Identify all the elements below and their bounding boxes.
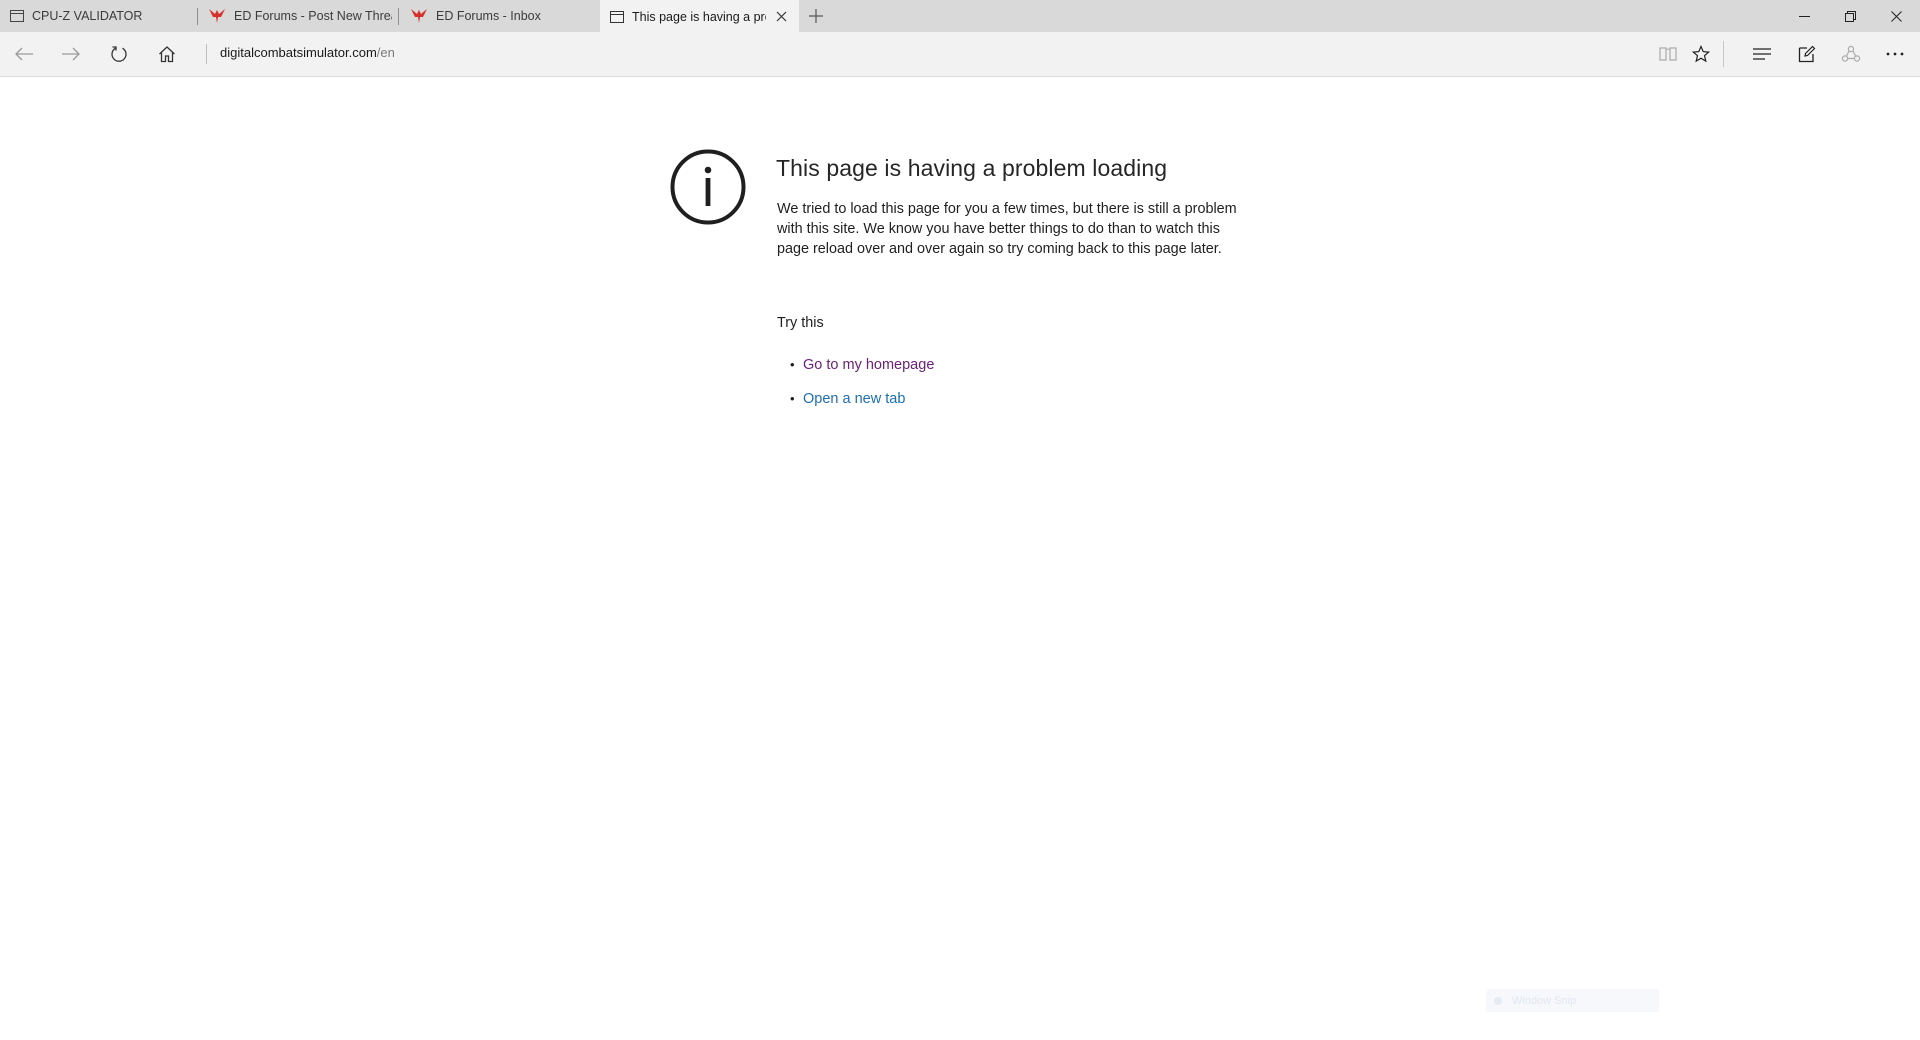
close-icon (1890, 10, 1902, 22)
go-to-homepage-link[interactable]: Go to my homepage (803, 357, 934, 373)
star-icon (1692, 45, 1710, 63)
tab-title: This page is having a pro (632, 9, 766, 24)
back-arrow-icon (15, 47, 33, 61)
restore-icon (1844, 10, 1856, 22)
page-icon (610, 10, 624, 23)
minimize-button[interactable] (1781, 0, 1827, 32)
toolbar-separator (1723, 41, 1724, 67)
new-tab-button[interactable] (806, 6, 826, 26)
reading-view-icon (1659, 47, 1677, 61)
refresh-icon (111, 46, 127, 62)
tab-strip: CPU-Z VALIDATOR ED Forums - Post New Thr… (0, 0, 1920, 33)
pen-icon (1798, 45, 1816, 63)
close-tab-icon[interactable] (773, 8, 789, 24)
back-button[interactable] (8, 39, 40, 69)
eagle-logo-icon (410, 8, 428, 24)
home-button[interactable] (151, 39, 183, 69)
snip-label: Window Snip (1512, 994, 1577, 1007)
web-note-button[interactable] (1791, 39, 1823, 69)
tab-title: CPU-Z VALIDATOR (32, 9, 143, 23)
more-button[interactable] (1879, 39, 1911, 69)
close-window-button[interactable] (1873, 0, 1919, 32)
tab-ed-forums-inbox[interactable]: ED Forums - Inbox (400, 0, 600, 32)
tab-this-page-is-having-a-problem[interactable]: This page is having a pro (600, 0, 799, 33)
share-button[interactable] (1835, 39, 1867, 69)
home-icon (159, 46, 175, 63)
info-icon (670, 149, 746, 225)
snip-icon (1494, 996, 1502, 1005)
tab-title: ED Forums - Post New Threa (234, 9, 392, 23)
tab-cpu-z-validator[interactable]: CPU-Z VALIDATOR (0, 0, 196, 32)
address-path: /en (376, 45, 395, 60)
forward-arrow-icon (62, 47, 80, 61)
tab-separator (398, 8, 399, 25)
minimize-icon (1798, 15, 1810, 17)
address-host: digitalcombatsimulator.com (220, 45, 377, 60)
plus-icon (809, 9, 823, 23)
window-snip-overlay: Window Snip (1486, 989, 1659, 1012)
address-divider (206, 44, 207, 64)
more-icon (1886, 52, 1904, 56)
address-bar[interactable]: digitalcombatsimulator.com/en (220, 45, 395, 60)
tab-title: ED Forums - Inbox (436, 9, 541, 23)
bullet-icon: • (790, 357, 795, 372)
hub-icon (1753, 48, 1771, 60)
restore-button[interactable] (1827, 0, 1873, 32)
share-icon (1841, 45, 1861, 62)
refresh-button[interactable] (103, 39, 135, 69)
error-title: This page is having a problem loading (776, 155, 1168, 181)
bullet-icon: • (790, 391, 795, 406)
reading-view-button[interactable] (1652, 39, 1684, 69)
list-item: • Open a new tab (790, 382, 934, 416)
eagle-logo-icon (208, 8, 226, 24)
suggestion-list: • Go to my homepage • Open a new tab (790, 348, 934, 416)
list-item: • Go to my homepage (790, 348, 934, 382)
favorite-button[interactable] (1685, 39, 1717, 69)
hub-button[interactable] (1746, 39, 1778, 69)
try-this-heading: Try this (777, 315, 824, 331)
tab-ed-forums-post-new-thread[interactable]: ED Forums - Post New Threa (198, 0, 398, 32)
page-icon (10, 10, 24, 22)
forward-button[interactable] (55, 39, 87, 69)
open-new-tab-link[interactable]: Open a new tab (803, 391, 905, 407)
navigation-bar: digitalcombatsimulator.com/en (0, 32, 1920, 77)
error-message: We tried to load this page for you a few… (777, 201, 1237, 257)
